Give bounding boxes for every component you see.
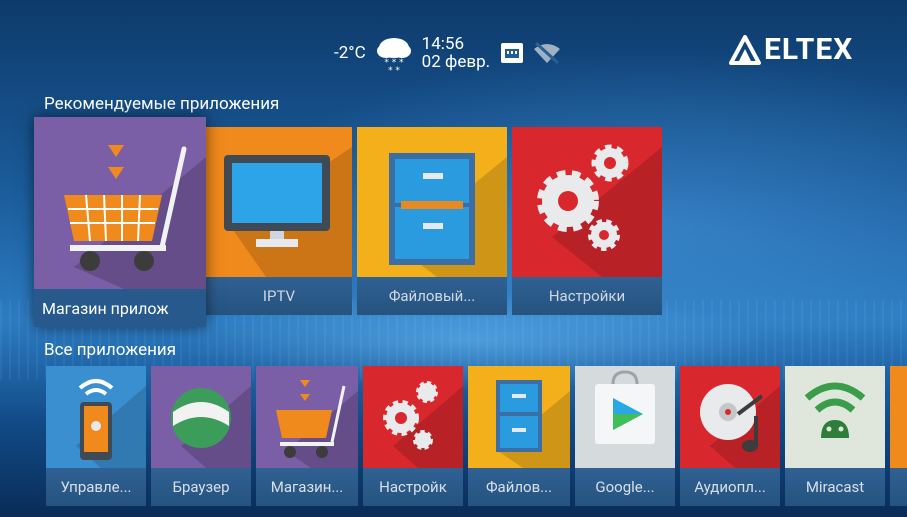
shopping-cart-icon: [64, 145, 206, 289]
clock: 14:56 02 февр.: [422, 35, 490, 71]
all-apps-section-title: Все приложения: [44, 340, 177, 360]
app-tile-label: Аудиопл...: [680, 468, 780, 506]
date: 02 февр.: [421, 52, 491, 72]
time: 14:56: [421, 34, 465, 54]
featured-tile-label: IPTV: [206, 277, 352, 315]
app-tile-settings[interactable]: Настройк: [363, 366, 463, 506]
app-tile-label: Google...: [575, 468, 675, 506]
app-tile-browser[interactable]: Браузер: [151, 366, 251, 506]
app-tile-app-store[interactable]: Магазин...: [256, 366, 358, 506]
app-tile-label: [890, 468, 907, 506]
monitor-icon: [224, 147, 352, 277]
app-tile-label: Браузер: [151, 468, 251, 506]
app-tile-miracast[interactable]: Miracast: [785, 366, 885, 506]
status-bar: -2°C * * * * * 14:56 02 февр.: [334, 28, 562, 78]
eltex-logo: ELTEX: [728, 32, 853, 67]
audio-disc-icon: [700, 384, 780, 468]
gears-icon: [537, 144, 662, 277]
brand-name: ELTEX: [764, 32, 854, 67]
featured-tile-label: Магазин прилож: [34, 289, 206, 327]
shopping-cart-icon: [276, 380, 358, 468]
app-tile-audio-player[interactable]: Аудиопл...: [680, 366, 780, 506]
ethernet-icon: [501, 43, 524, 63]
featured-tile-settings[interactable]: Настройки: [512, 127, 662, 315]
launcher-screen: -2°C * * * * * 14:56 02 февр. ELTEX Реко…: [0, 0, 907, 517]
wifi-off-icon: [534, 41, 561, 65]
featured-tile-files[interactable]: Файловый...: [357, 127, 507, 315]
file-cabinet-icon: [496, 380, 570, 468]
featured-tile-app-store[interactable]: Магазин прилож: [34, 117, 206, 327]
app-tile-label: Файлов...: [468, 468, 570, 506]
play-store-icon: [575, 366, 675, 468]
eltex-logo-icon: [729, 34, 761, 65]
app-tile-label: Настройк: [363, 468, 463, 506]
app-tile-partial[interactable]: [890, 366, 907, 506]
temperature: -2°C: [334, 43, 366, 63]
featured-tile-label: Файловый...: [357, 277, 507, 315]
app-tile-remote[interactable]: Управле...: [46, 366, 146, 506]
android-wifi-icon: [804, 382, 866, 438]
app-tile-files[interactable]: Файлов...: [468, 366, 570, 506]
featured-tile-label: Настройки: [512, 277, 662, 315]
file-cabinet-icon: [389, 153, 507, 277]
gears-icon: [383, 381, 463, 468]
featured-tile-iptv[interactable]: IPTV: [206, 127, 352, 315]
remote-control-icon: [76, 379, 146, 468]
app-tile-label: Управле...: [46, 468, 146, 506]
globe-icon: [171, 386, 251, 468]
cloud-snow-icon: * * * * *: [376, 38, 411, 75]
app-tile-label: Магазин...: [256, 468, 358, 506]
app-tile-google-play[interactable]: Google...: [575, 366, 675, 506]
featured-section-title: Рекомендуемые приложения: [44, 94, 280, 114]
app-tile-label: Miracast: [785, 468, 885, 506]
svg-text:* *: * *: [388, 66, 400, 75]
